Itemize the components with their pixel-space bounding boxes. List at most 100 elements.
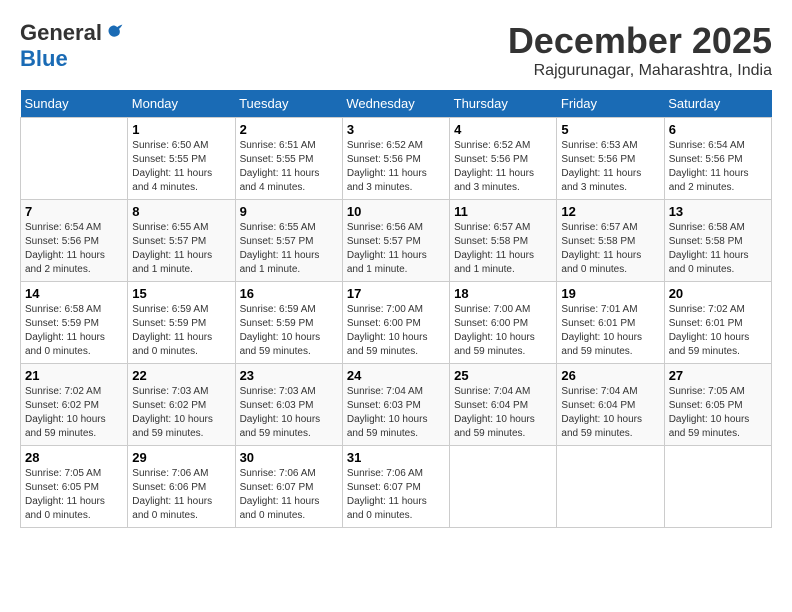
day-info: Sunrise: 6:59 AM Sunset: 5:59 PM Dayligh… xyxy=(132,303,230,359)
day-number: 8 xyxy=(132,204,230,219)
calendar-cell: 1 Sunrise: 6:50 AM Sunset: 5:55 PM Daylig… xyxy=(128,118,235,200)
day-number: 16 xyxy=(240,286,338,301)
calendar-cell: 27 Sunrise: 7:05 AM Sunset: 6:05 PM Dayli… xyxy=(664,364,771,446)
calendar-day-header: Tuesday xyxy=(235,90,342,118)
calendar-cell: 6Sunrise: 6:54 AM Sunset: 5:56 PM Daylig… xyxy=(664,118,771,200)
calendar-cell xyxy=(557,446,664,528)
title-container: December 2025 Rajgurunagar, Maharashtra,… xyxy=(508,20,772,80)
day-number: 4 xyxy=(454,122,552,137)
calendar-cell: 16 Sunrise: 6:59 AM Sunset: 5:59 PM Dayli… xyxy=(235,282,342,364)
day-number: 27 xyxy=(669,368,767,383)
day-number: 24 xyxy=(347,368,445,383)
page-container: General Blue December 2025 Rajgurunagar,… xyxy=(20,20,772,528)
logo-blue-text: Blue xyxy=(20,46,68,72)
calendar-cell xyxy=(664,446,771,528)
calendar-day-header: Monday xyxy=(128,90,235,118)
calendar-cell: 9Sunrise: 6:55 AM Sunset: 5:57 PM Daylig… xyxy=(235,200,342,282)
day-info: Sunrise: 7:03 AM Sunset: 6:03 PM Dayligh… xyxy=(240,385,338,441)
calendar-week-row: 7Sunrise: 6:54 AM Sunset: 5:56 PM Daylig… xyxy=(21,200,772,282)
calendar-cell: 4 Sunrise: 6:52 AM Sunset: 5:56 PM Daylig… xyxy=(450,118,557,200)
day-number: 2 xyxy=(240,122,338,137)
calendar-cell: 28 Sunrise: 7:05 AM Sunset: 6:05 PM Dayli… xyxy=(21,446,128,528)
calendar-cell: 22Sunrise: 7:03 AM Sunset: 6:02 PM Dayli… xyxy=(128,364,235,446)
day-number: 13 xyxy=(669,204,767,219)
day-info: Sunrise: 7:02 AM Sunset: 6:01 PM Dayligh… xyxy=(669,303,767,359)
day-number: 28 xyxy=(25,450,123,465)
day-info: Sunrise: 6:58 AM Sunset: 5:58 PM Dayligh… xyxy=(669,221,767,277)
day-info: Sunrise: 6:55 AM Sunset: 5:57 PM Dayligh… xyxy=(132,221,230,277)
calendar-cell: 23 Sunrise: 7:03 AM Sunset: 6:03 PM Dayli… xyxy=(235,364,342,446)
logo: General Blue xyxy=(20,20,124,72)
calendar-cell: 11 Sunrise: 6:57 AM Sunset: 5:58 PM Dayli… xyxy=(450,200,557,282)
day-number: 18 xyxy=(454,286,552,301)
day-info: Sunrise: 6:59 AM Sunset: 5:59 PM Dayligh… xyxy=(240,303,338,359)
day-info: Sunrise: 6:57 AM Sunset: 5:58 PM Dayligh… xyxy=(561,221,659,277)
day-info: Sunrise: 6:54 AM Sunset: 5:56 PM Dayligh… xyxy=(669,139,767,195)
calendar-table: SundayMondayTuesdayWednesdayThursdayFrid… xyxy=(20,90,772,528)
calendar-week-row: 21 Sunrise: 7:02 AM Sunset: 6:02 PM Dayli… xyxy=(21,364,772,446)
calendar-cell: 14 Sunrise: 6:58 AM Sunset: 5:59 PM Dayli… xyxy=(21,282,128,364)
day-info: Sunrise: 7:06 AM Sunset: 6:07 PM Dayligh… xyxy=(347,467,445,523)
day-info: Sunrise: 7:06 AM Sunset: 6:06 PM Dayligh… xyxy=(132,467,230,523)
calendar-cell: 17Sunrise: 7:00 AM Sunset: 6:00 PM Dayli… xyxy=(342,282,449,364)
calendar-cell: 2 Sunrise: 6:51 AM Sunset: 5:55 PM Daylig… xyxy=(235,118,342,200)
calendar-header-row: SundayMondayTuesdayWednesdayThursdayFrid… xyxy=(21,90,772,118)
day-number: 1 xyxy=(132,122,230,137)
day-number: 31 xyxy=(347,450,445,465)
day-info: Sunrise: 6:53 AM Sunset: 5:56 PM Dayligh… xyxy=(561,139,659,195)
day-info: Sunrise: 6:54 AM Sunset: 5:56 PM Dayligh… xyxy=(25,221,123,277)
day-number: 23 xyxy=(240,368,338,383)
day-info: Sunrise: 6:51 AM Sunset: 5:55 PM Dayligh… xyxy=(240,139,338,195)
day-info: Sunrise: 7:06 AM Sunset: 6:07 PM Dayligh… xyxy=(240,467,338,523)
day-number: 29 xyxy=(132,450,230,465)
calendar-cell: 8 Sunrise: 6:55 AM Sunset: 5:57 PM Daylig… xyxy=(128,200,235,282)
day-info: Sunrise: 7:00 AM Sunset: 6:00 PM Dayligh… xyxy=(454,303,552,359)
day-info: Sunrise: 6:55 AM Sunset: 5:57 PM Dayligh… xyxy=(240,221,338,277)
day-info: Sunrise: 7:01 AM Sunset: 6:01 PM Dayligh… xyxy=(561,303,659,359)
day-number: 15 xyxy=(132,286,230,301)
calendar-cell: 24 Sunrise: 7:04 AM Sunset: 6:03 PM Dayli… xyxy=(342,364,449,446)
calendar-cell: 7Sunrise: 6:54 AM Sunset: 5:56 PM Daylig… xyxy=(21,200,128,282)
day-number: 14 xyxy=(25,286,123,301)
day-number: 11 xyxy=(454,204,552,219)
day-info: Sunrise: 7:00 AM Sunset: 6:00 PM Dayligh… xyxy=(347,303,445,359)
calendar-week-row: 28 Sunrise: 7:05 AM Sunset: 6:05 PM Dayli… xyxy=(21,446,772,528)
calendar-cell: 10 Sunrise: 6:56 AM Sunset: 5:57 PM Dayli… xyxy=(342,200,449,282)
day-number: 21 xyxy=(25,368,123,383)
day-info: Sunrise: 7:05 AM Sunset: 6:05 PM Dayligh… xyxy=(25,467,123,523)
day-number: 22 xyxy=(132,368,230,383)
day-info: Sunrise: 6:58 AM Sunset: 5:59 PM Dayligh… xyxy=(25,303,123,359)
calendar-cell: 13 Sunrise: 6:58 AM Sunset: 5:58 PM Dayli… xyxy=(664,200,771,282)
calendar-cell: 30Sunrise: 7:06 AM Sunset: 6:07 PM Dayli… xyxy=(235,446,342,528)
day-info: Sunrise: 6:52 AM Sunset: 5:56 PM Dayligh… xyxy=(454,139,552,195)
logo-bird-icon xyxy=(104,23,124,43)
day-info: Sunrise: 7:05 AM Sunset: 6:05 PM Dayligh… xyxy=(669,385,767,441)
day-info: Sunrise: 6:50 AM Sunset: 5:55 PM Dayligh… xyxy=(132,139,230,195)
calendar-cell: 29 Sunrise: 7:06 AM Sunset: 6:06 PM Dayli… xyxy=(128,446,235,528)
month-title: December 2025 xyxy=(508,20,772,62)
day-info: Sunrise: 7:02 AM Sunset: 6:02 PM Dayligh… xyxy=(25,385,123,441)
calendar-day-header: Wednesday xyxy=(342,90,449,118)
calendar-week-row: 14 Sunrise: 6:58 AM Sunset: 5:59 PM Dayli… xyxy=(21,282,772,364)
calendar-cell: 5Sunrise: 6:53 AM Sunset: 5:56 PM Daylig… xyxy=(557,118,664,200)
calendar-cell: 12 Sunrise: 6:57 AM Sunset: 5:58 PM Dayli… xyxy=(557,200,664,282)
calendar-week-row: 1 Sunrise: 6:50 AM Sunset: 5:55 PM Daylig… xyxy=(21,118,772,200)
calendar-cell xyxy=(21,118,128,200)
day-info: Sunrise: 6:57 AM Sunset: 5:58 PM Dayligh… xyxy=(454,221,552,277)
calendar-cell: 26Sunrise: 7:04 AM Sunset: 6:04 PM Dayli… xyxy=(557,364,664,446)
day-number: 19 xyxy=(561,286,659,301)
calendar-cell: 20Sunrise: 7:02 AM Sunset: 6:01 PM Dayli… xyxy=(664,282,771,364)
calendar-day-header: Thursday xyxy=(450,90,557,118)
calendar-cell: 3Sunrise: 6:52 AM Sunset: 5:56 PM Daylig… xyxy=(342,118,449,200)
day-info: Sunrise: 7:04 AM Sunset: 6:03 PM Dayligh… xyxy=(347,385,445,441)
calendar-cell: 19 Sunrise: 7:01 AM Sunset: 6:01 PM Dayli… xyxy=(557,282,664,364)
calendar-cell: 21 Sunrise: 7:02 AM Sunset: 6:02 PM Dayli… xyxy=(21,364,128,446)
day-info: Sunrise: 7:04 AM Sunset: 6:04 PM Dayligh… xyxy=(454,385,552,441)
location-title: Rajgurunagar, Maharashtra, India xyxy=(508,62,772,80)
calendar-cell xyxy=(450,446,557,528)
day-info: Sunrise: 6:56 AM Sunset: 5:57 PM Dayligh… xyxy=(347,221,445,277)
header: General Blue December 2025 Rajgurunagar,… xyxy=(20,20,772,80)
calendar-day-header: Friday xyxy=(557,90,664,118)
day-number: 12 xyxy=(561,204,659,219)
day-number: 10 xyxy=(347,204,445,219)
